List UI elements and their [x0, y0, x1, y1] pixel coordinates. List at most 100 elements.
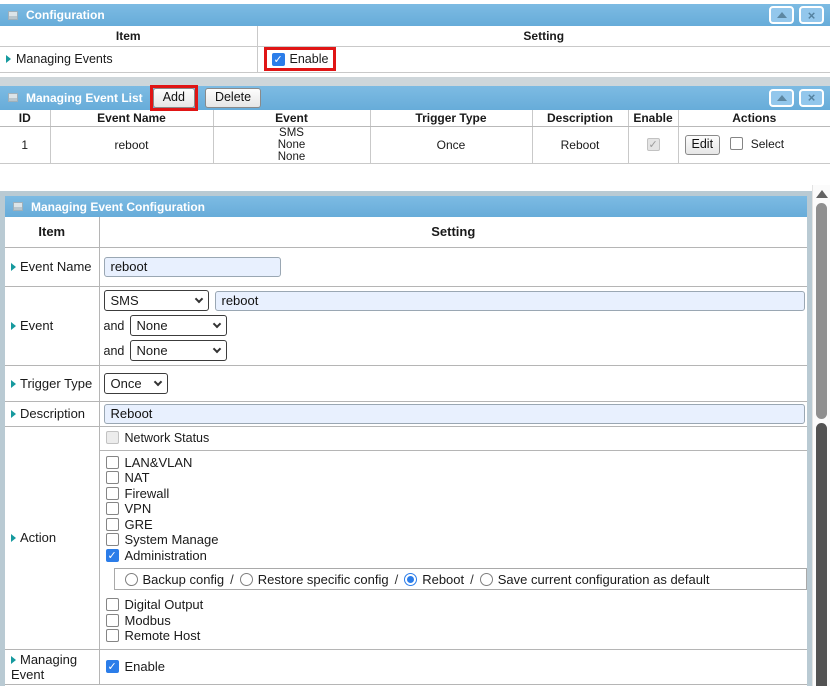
event-config-panel-header: Managing Event Configuration: [5, 196, 807, 217]
configuration-table: Item Setting Managing Events Enable: [0, 26, 830, 73]
table-row: Managing Events Enable: [0, 46, 830, 72]
collapse-button[interactable]: [769, 6, 794, 24]
event-type-select[interactable]: SMS: [104, 290, 209, 311]
scroll-up-arrow-icon: [816, 190, 828, 198]
edit-button[interactable]: Edit: [685, 135, 721, 155]
network-status-label: Network Status: [125, 431, 210, 445]
panel-title: Managing Event List: [26, 91, 143, 105]
column-header-event-name: Event Name: [50, 110, 213, 127]
event-condition2-select[interactable]: None: [130, 315, 227, 336]
row-managing-event: Managing Event Enable: [5, 649, 807, 684]
annotation-highlight-enable: Enable: [264, 47, 337, 71]
action-firewall-checkbox[interactable]: [106, 487, 119, 500]
managing-event-label: Managing Event: [5, 650, 99, 684]
close-icon: ×: [808, 91, 816, 104]
chevron-down-icon: [153, 377, 161, 385]
reboot-radio[interactable]: [404, 573, 417, 586]
column-header-item: Item: [5, 217, 99, 247]
column-header-setting: Setting: [99, 217, 807, 247]
panel-icon: [8, 93, 18, 102]
item-arrow-icon: [11, 263, 16, 271]
panel-gap: [0, 164, 830, 191]
action-gre-checkbox[interactable]: [106, 518, 119, 531]
event-name-input[interactable]: reboot: [104, 257, 281, 277]
description-input[interactable]: Reboot: [104, 404, 806, 424]
action-administration-checkbox[interactable]: [106, 549, 119, 562]
chevron-down-icon: [212, 320, 220, 328]
add-button[interactable]: Add: [153, 88, 195, 108]
restore-specific-config-radio[interactable]: [240, 573, 253, 586]
event-name-label: Event Name: [5, 257, 99, 276]
cell-enable: [628, 127, 678, 164]
event-config-table: Item Setting Event Name reboot Event: [5, 217, 807, 685]
cell-actions: Edit Select: [678, 127, 830, 164]
close-button[interactable]: ×: [799, 6, 824, 24]
collapse-arrow-icon: [777, 12, 787, 18]
action-lan-vlan-checkbox[interactable]: [106, 456, 119, 469]
trigger-type-label: Trigger Type: [5, 374, 99, 393]
delete-button[interactable]: Delete: [205, 88, 261, 108]
cell-event: SMS None None: [213, 127, 370, 164]
action-system-manage-checkbox[interactable]: [106, 533, 119, 546]
enable-label: Enable: [290, 52, 329, 66]
backup-config-radio[interactable]: [125, 573, 138, 586]
action-digital-output-checkbox[interactable]: [106, 598, 119, 611]
column-header-setting: Setting: [257, 26, 830, 46]
select-label: Select: [751, 137, 784, 151]
cell-trigger-type: Once: [370, 127, 532, 164]
panel-title: Configuration: [26, 8, 105, 22]
annotation-highlight-add: Add: [150, 85, 198, 111]
event-config-panel: Managing Event Configuration Item Settin…: [0, 191, 812, 686]
panel-separator: [0, 77, 830, 86]
action-remote-host-checkbox[interactable]: [106, 629, 119, 642]
column-header-description: Description: [532, 110, 628, 127]
column-header-item: Item: [0, 26, 257, 46]
cell-id: 1: [0, 127, 50, 164]
row-enable-checkbox: [647, 138, 660, 151]
action-nat-checkbox[interactable]: [106, 471, 119, 484]
page: Configuration × Item Setting Managing Ev…: [0, 0, 830, 686]
item-arrow-icon: [11, 410, 16, 418]
managing-event-enable-checkbox[interactable]: [106, 660, 119, 673]
chevron-down-icon: [194, 295, 202, 303]
item-arrow-icon: [11, 534, 16, 542]
chevron-down-icon: [212, 345, 220, 353]
cell-event-name: reboot: [50, 127, 213, 164]
event-message-input[interactable]: reboot: [215, 291, 806, 311]
scroll-up-button[interactable]: [813, 185, 830, 202]
column-header-id: ID: [0, 110, 50, 127]
configuration-panel: Configuration × Item Setting Managing Ev…: [0, 4, 830, 73]
close-icon: ×: [808, 9, 816, 22]
panel-title: Managing Event Configuration: [31, 200, 205, 214]
row-action: Action Network Status LAN&VLAN NAT Firew…: [5, 426, 807, 649]
action-modbus-checkbox[interactable]: [106, 614, 119, 627]
scroll-thumb[interactable]: [816, 203, 827, 419]
managing-events-enable-checkbox[interactable]: [272, 53, 285, 66]
trigger-type-select[interactable]: Once: [104, 373, 168, 394]
administration-options: Backup config / Restore specific config …: [114, 568, 808, 590]
column-header-actions: Actions: [678, 110, 830, 127]
close-button[interactable]: ×: [799, 89, 824, 107]
row-event-name: Event Name reboot: [5, 247, 807, 286]
network-status-checkbox: [106, 431, 119, 444]
action-label: Action: [5, 528, 99, 547]
scrollbar[interactable]: [812, 185, 830, 686]
row-trigger-type: Trigger Type Once: [5, 365, 807, 401]
action-vpn-checkbox[interactable]: [106, 502, 119, 515]
collapse-button[interactable]: [769, 89, 794, 107]
event-label: Event: [5, 316, 99, 335]
item-arrow-icon: [11, 380, 16, 388]
select-checkbox[interactable]: [730, 137, 743, 150]
and-label: and: [104, 344, 126, 358]
event-condition3-select[interactable]: None: [130, 340, 227, 361]
row-event: Event SMS reboot and None and None: [5, 286, 807, 365]
save-current-config-radio[interactable]: [480, 573, 493, 586]
panel-icon: [8, 11, 18, 20]
scroll-thumb-outer[interactable]: [816, 423, 827, 686]
item-arrow-icon: [11, 322, 16, 330]
item-arrow-icon: [6, 55, 11, 63]
column-header-enable: Enable: [628, 110, 678, 127]
table-row: 1 reboot SMS None None Once Reboot Edit …: [0, 127, 830, 164]
collapse-arrow-icon: [777, 95, 787, 101]
panel-icon: [13, 202, 23, 211]
